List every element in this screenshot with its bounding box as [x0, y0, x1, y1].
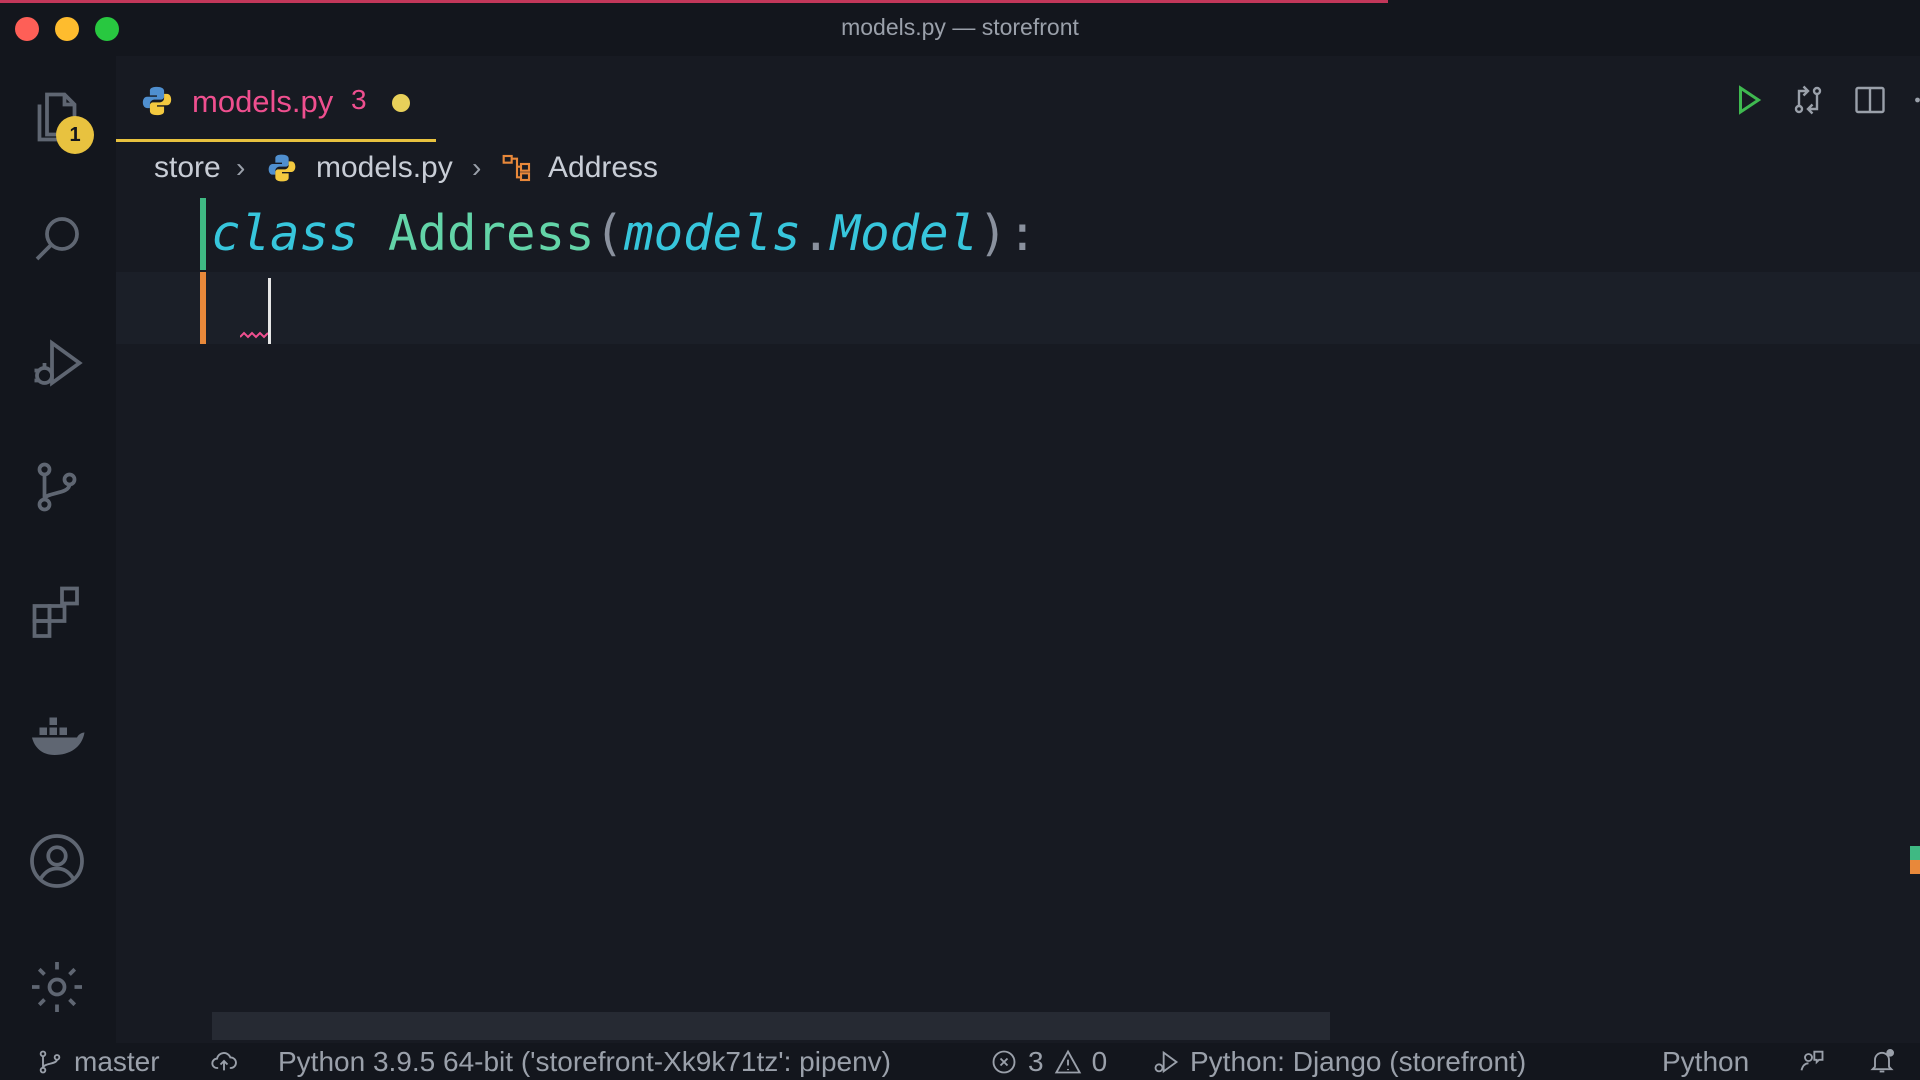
- python-file-icon: [142, 86, 172, 116]
- language-mode-label: Python: [1662, 1046, 1750, 1077]
- open-paren: (: [594, 205, 625, 262]
- modified-line-marker: [200, 272, 206, 344]
- warnings-count: 0: [1091, 1046, 1108, 1077]
- close-paren: ): [978, 205, 1008, 262]
- errors-count: 3: [1028, 1046, 1044, 1077]
- class-name: Address: [388, 205, 595, 262]
- status-bar: master Python 3.9.5 64-bit ('storefront-…: [0, 1043, 1920, 1080]
- module-name: models: [624, 205, 802, 262]
- settings-gear-icon[interactable]: [22, 952, 92, 1022]
- feedback-icon[interactable]: [1798, 1047, 1826, 1075]
- python-file-icon: [268, 154, 296, 182]
- horizontal-scrollbar[interactable]: [212, 1012, 1330, 1040]
- window-accent-line: [0, 0, 1388, 3]
- python-interpreter-item[interactable]: Python 3.9.5 64-bit ('storefront-Xk9k71t…: [278, 1047, 891, 1077]
- text-cursor: [268, 278, 271, 344]
- debug-config-item[interactable]: Python: Django (storefront): [1152, 1047, 1526, 1077]
- search-icon[interactable]: [22, 204, 92, 274]
- overview-ruler-marks: [1910, 846, 1920, 876]
- error-icon: [992, 1050, 1016, 1074]
- colon: :: [1007, 205, 1038, 262]
- compare-changes-icon[interactable]: [1786, 78, 1830, 122]
- title-bar: models.py — storefront: [0, 0, 1920, 56]
- added-line-marker: [200, 198, 206, 270]
- sync-item[interactable]: [210, 1047, 238, 1075]
- git-branch-icon: [39, 1050, 61, 1074]
- notifications-bell-icon[interactable]: [1868, 1047, 1896, 1075]
- breadcrumb-folder[interactable]: store: [154, 146, 221, 190]
- accounts-icon[interactable]: [22, 826, 92, 896]
- debug-config-label: Python: Django (storefront): [1190, 1046, 1527, 1077]
- code-line-2-current[interactable]: [116, 272, 1920, 344]
- code-line-1[interactable]: class Address(models.Model):: [116, 198, 1920, 270]
- breadcrumb-symbol[interactable]: Address: [548, 146, 658, 190]
- debug-run-icon: [1154, 1050, 1179, 1074]
- git-branch-item[interactable]: master: [36, 1047, 160, 1077]
- code-text: class Address(models.Model):: [211, 198, 1037, 270]
- split-editor-icon[interactable]: [1848, 78, 1892, 122]
- tab-models-py[interactable]: models.py 3: [116, 56, 436, 142]
- dot: .: [801, 205, 831, 262]
- run-python-file-icon[interactable]: [1726, 78, 1770, 122]
- base-class: Model: [830, 205, 979, 262]
- class-symbol-icon: [502, 154, 531, 182]
- activity-bar: 1: [0, 56, 116, 1043]
- tab-bar: models.py 3: [116, 56, 1920, 142]
- more-actions-icon[interactable]: [1906, 78, 1920, 122]
- warning-icon: [1054, 1049, 1081, 1074]
- window-title: models.py — storefront: [841, 14, 1079, 40]
- tab-label: models.py: [192, 84, 334, 119]
- breadcrumb: store › models.py › Address: [116, 146, 1920, 190]
- extensions-icon[interactable]: [22, 576, 92, 646]
- breadcrumb-file[interactable]: models.py: [316, 146, 453, 190]
- editor-area: models.py 3 store › models.py › Address …: [116, 56, 1920, 1043]
- source-control-icon[interactable]: [22, 452, 92, 522]
- python-interpreter-label: Python 3.9.5 64-bit ('storefront-Xk9k71t…: [278, 1046, 892, 1077]
- run-debug-icon[interactable]: [22, 328, 92, 398]
- docker-icon[interactable]: [22, 700, 92, 770]
- tab-problem-count: 3: [351, 84, 367, 115]
- chevron-right-icon: ›: [472, 152, 482, 183]
- error-squiggle: [240, 331, 268, 339]
- cloud-upload-icon: [211, 1052, 237, 1071]
- keyword-class: class: [211, 205, 359, 262]
- explorer-badge: 1: [56, 116, 94, 154]
- chevron-right-icon: ›: [236, 152, 246, 183]
- problems-item[interactable]: 3 0: [990, 1047, 1107, 1077]
- unsaved-indicator[interactable]: [392, 94, 410, 112]
- language-mode-item[interactable]: Python: [1662, 1047, 1749, 1077]
- git-branch-label: master: [74, 1046, 160, 1077]
